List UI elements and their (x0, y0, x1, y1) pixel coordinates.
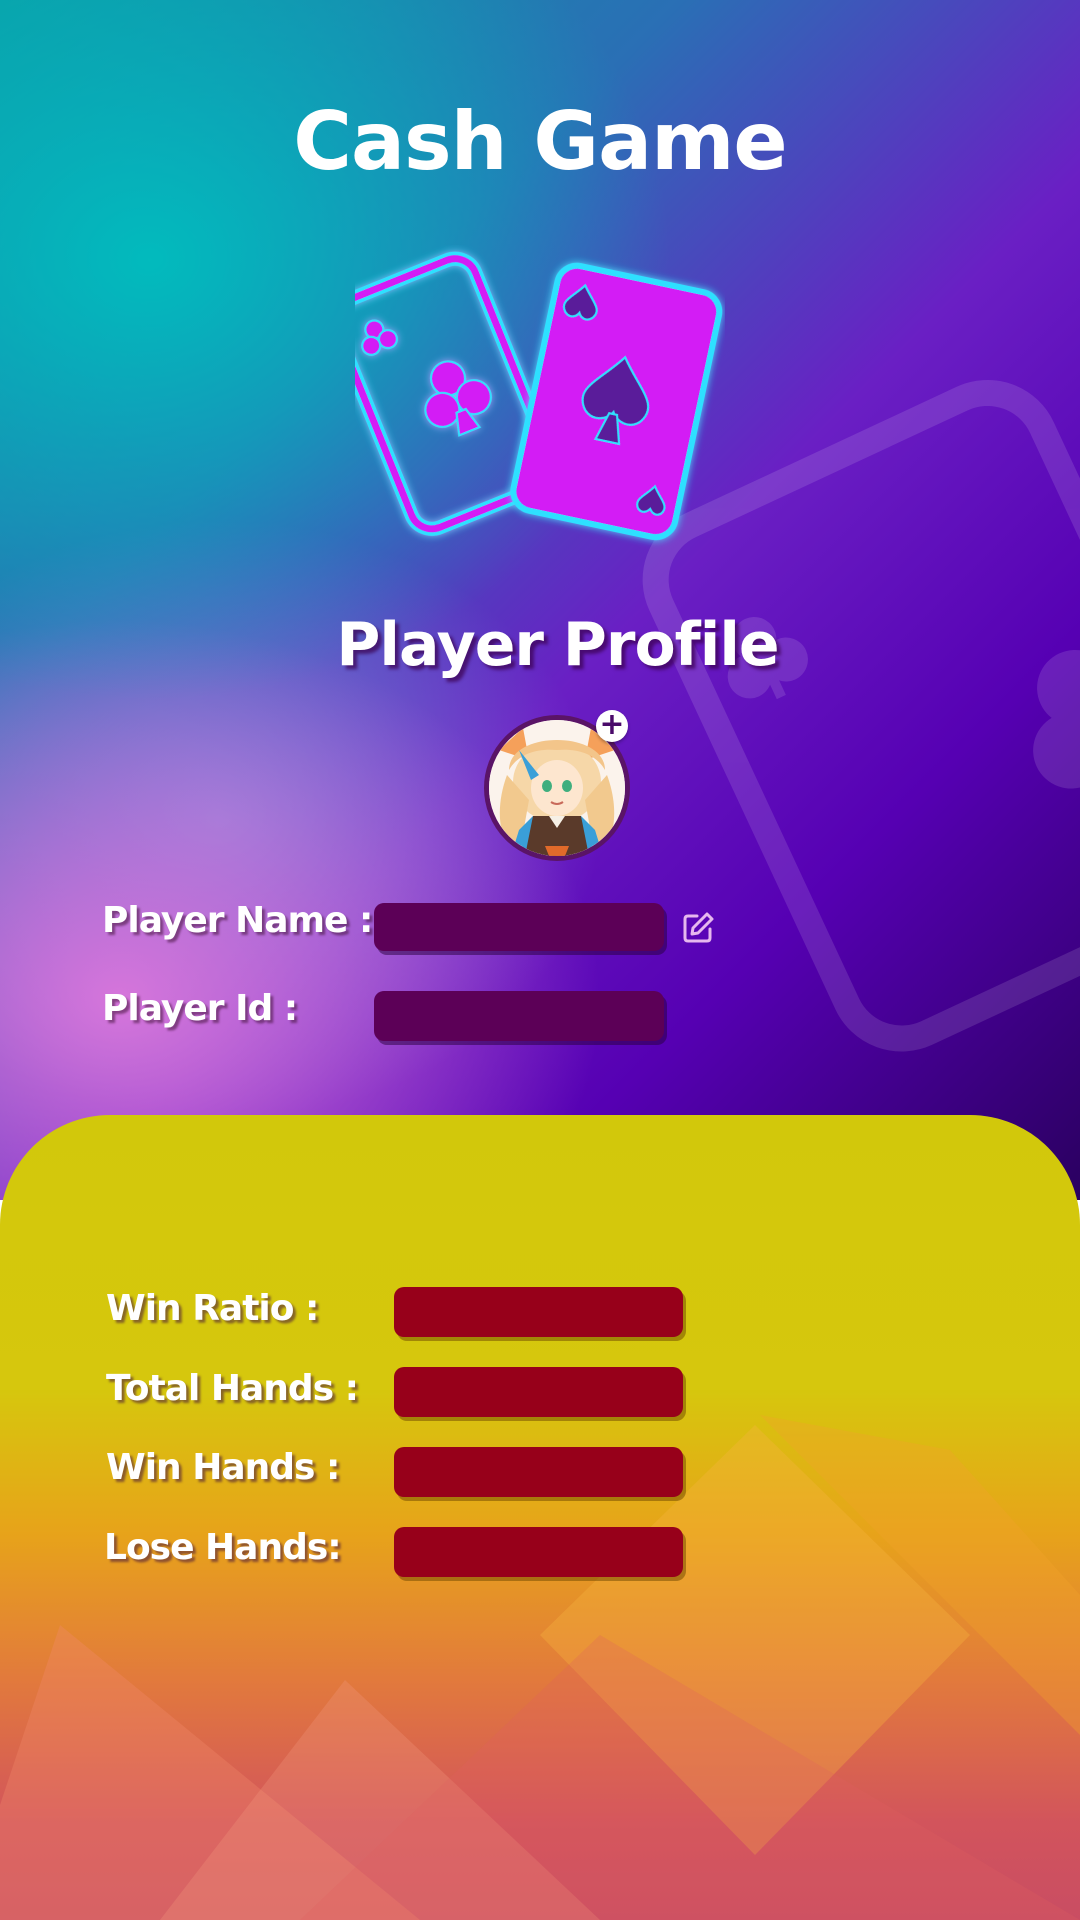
win-hands-label: Win Hands : (106, 1447, 340, 1488)
lose-hands-field (394, 1527, 683, 1577)
total-hands-label: Total Hands : (106, 1368, 359, 1409)
page-title: Cash Game (293, 95, 787, 188)
avatar-container: + (484, 710, 634, 865)
win-ratio-field (394, 1287, 683, 1337)
player-name-label: Player Name : (102, 900, 373, 941)
player-name-field[interactable] (374, 903, 664, 951)
stats-panel (0, 1115, 1080, 1920)
edit-icon[interactable] (680, 910, 716, 946)
player-id-field[interactable] (374, 991, 664, 1041)
add-avatar-button[interactable]: + (596, 710, 628, 742)
lose-hands-label: Lose Hands: (104, 1527, 342, 1568)
win-hands-field (394, 1447, 683, 1497)
win-ratio-label: Win Ratio : (106, 1288, 319, 1329)
profile-heading: Player Profile (336, 610, 779, 680)
total-hands-field (394, 1367, 683, 1417)
panel-triangle-decoration (0, 1415, 1080, 1920)
playing-cards-icon (355, 251, 723, 541)
player-id-label: Player Id : (102, 988, 298, 1029)
